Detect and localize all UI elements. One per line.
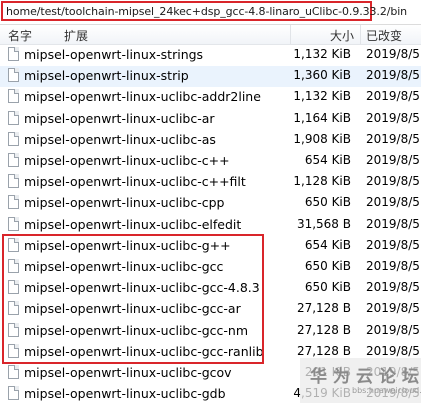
file-size: 1,132 KiB <box>293 47 351 61</box>
column-divider[interactable] <box>290 25 291 44</box>
file-row[interactable]: mipsel-openwrt-linux-uclibc-gcc-ar 27,128… <box>0 299 421 320</box>
file-row[interactable]: mipsel-openwrt-linux-uclibc-ar 1,164 KiB 2… <box>0 109 421 130</box>
file-row[interactable]: mipsel-openwrt-linux-strings 1,132 KiB 201… <box>0 45 421 66</box>
file-row[interactable]: mipsel-openwrt-linux-uclibc-gcc-nm 27,128… <box>0 321 421 342</box>
file-date: 2019/8/5 <box>366 301 420 316</box>
file-icon <box>8 47 19 61</box>
file-date: 2019/8/5 <box>366 280 420 295</box>
file-name[interactable]: mipsel-openwrt-linux-strings <box>24 47 203 62</box>
path-highlight-box: home/test/toolchain-mipsel_24kec+dsp_gcc… <box>1 1 407 21</box>
file-row[interactable]: mipsel-openwrt-linux-uclibc-elfedit 31,56… <box>0 215 421 236</box>
file-row[interactable]: mipsel-openwrt-linux-uclibc-gcc-4.8.3 650… <box>0 278 421 299</box>
file-row[interactable]: mipsel-openwrt-linux-uclibc-as 1,908 KiB 2… <box>0 130 421 151</box>
file-size: 650 KiB <box>304 195 351 210</box>
file-row[interactable]: mipsel-openwrt-linux-uclibc-cpp 650 KiB 20… <box>0 193 421 214</box>
file-name[interactable]: mipsel-openwrt-linux-uclibc-c++filt <box>24 174 246 189</box>
file-name[interactable]: mipsel-openwrt-linux-uclibc-gcc <box>24 259 223 274</box>
file-row[interactable]: mipsel-openwrt-linux-uclibc-c++ 654 KiB 20… <box>0 151 421 172</box>
file-icon <box>8 386 19 401</box>
file-size: 650 KiB <box>304 259 351 273</box>
file-name[interactable]: mipsel-openwrt-linux-uclibc-gcc-ar <box>24 301 241 316</box>
file-date: 2019/8/5 <box>366 216 420 231</box>
column-ext-header[interactable]: 扩展 <box>64 27 88 44</box>
file-row[interactable]: mipsel-openwrt-linux-uclibc-c++filt 1,128… <box>0 172 421 193</box>
file-date: 2019/8/5 <box>366 47 420 61</box>
file-icon <box>8 301 19 316</box>
file-date: 2019/8/5 <box>366 343 420 358</box>
file-row[interactable]: mipsel-openwrt-linux-uclibc-gcc 650 KiB 20… <box>0 257 421 278</box>
file-icon <box>8 68 19 83</box>
file-icon <box>8 365 19 379</box>
file-date: 2019/8/5 <box>366 237 420 252</box>
file-icon <box>8 174 19 189</box>
file-icon <box>8 131 19 146</box>
file-name[interactable]: mipsel-openwrt-linux-strip <box>24 68 189 83</box>
column-modified-header[interactable]: 已改变 <box>366 27 402 44</box>
file-name[interactable]: mipsel-openwrt-linux-uclibc-gcc-nm <box>24 323 248 338</box>
file-date: 2019/8/5 <box>366 153 420 167</box>
file-icon <box>8 195 19 210</box>
watermark: 华为云论坛 bbs.huaweicloud.com <box>300 358 421 403</box>
watermark-url: bbs.huaweicloud.com <box>352 386 421 395</box>
column-divider[interactable] <box>360 25 361 44</box>
file-size: 1,128 KiB <box>293 174 351 189</box>
file-icon <box>8 153 19 167</box>
file-date: 2019/8/5 <box>366 195 420 210</box>
file-date: 2019/8/5 <box>366 89 420 104</box>
file-size: 31,568 B <box>296 216 351 231</box>
file-name[interactable]: mipsel-openwrt-linux-uclibc-cpp <box>24 195 224 210</box>
file-name[interactable]: mipsel-openwrt-linux-uclibc-addr2line <box>24 89 261 104</box>
file-icon <box>8 89 19 104</box>
file-date: 2019/8/5 <box>366 68 420 83</box>
file-icon <box>8 343 19 358</box>
file-row[interactable]: mipsel-openwrt-linux-strip 1,360 KiB 2019/… <box>0 66 421 88</box>
address-bar[interactable]: home/test/toolchain-mipsel_24kec+dsp_gcc… <box>0 0 421 25</box>
file-icon <box>8 259 19 273</box>
file-date: 2019/8/5 <box>366 110 420 125</box>
watermark-text: 华为云论坛 <box>310 367 421 387</box>
file-row[interactable]: mipsel-openwrt-linux-uclibc-g++ 654 KiB 20… <box>0 236 421 257</box>
file-name[interactable]: mipsel-openwrt-linux-uclibc-elfedit <box>24 217 241 232</box>
file-size: 650 KiB <box>304 280 351 295</box>
file-name[interactable]: mipsel-openwrt-linux-uclibc-gcc-4.8.3 <box>24 280 260 295</box>
file-icon <box>8 110 19 125</box>
path-text[interactable]: home/test/toolchain-mipsel_24kec+dsp_gcc… <box>6 5 407 18</box>
file-size: 1,132 KiB <box>293 89 351 104</box>
file-name[interactable]: mipsel-openwrt-linux-uclibc-gdb <box>24 386 226 401</box>
file-icon <box>8 322 19 337</box>
file-size: 1,360 KiB <box>293 68 351 83</box>
column-name-header[interactable]: 名字 <box>8 27 32 44</box>
file-row[interactable]: mipsel-openwrt-linux-uclibc-addr2line 1,1… <box>0 87 421 108</box>
file-date: 2019/8/5 <box>366 322 420 337</box>
file-size: 1,908 KiB <box>293 131 351 146</box>
file-name[interactable]: mipsel-openwrt-linux-uclibc-gcc-ranlib <box>24 344 264 359</box>
file-size: 27,128 B <box>296 322 351 337</box>
file-size: 1,164 KiB <box>293 110 351 125</box>
file-size: 654 KiB <box>304 237 351 252</box>
file-name[interactable]: mipsel-openwrt-linux-uclibc-g++ <box>24 238 231 253</box>
file-size: 27,128 B <box>296 301 351 316</box>
column-header: 名字 扩展 大小 已改变 <box>0 25 421 45</box>
file-date: 2019/8/5 <box>366 174 420 189</box>
file-icon <box>8 237 19 252</box>
file-icon <box>8 280 19 295</box>
file-size: 27,128 B <box>296 343 351 358</box>
file-date: 2019/8/5 <box>366 131 420 146</box>
file-date: 2019/8/5 <box>366 259 420 273</box>
file-icon <box>8 216 19 231</box>
file-name[interactable]: mipsel-openwrt-linux-uclibc-c++ <box>24 153 230 168</box>
file-name[interactable]: mipsel-openwrt-linux-uclibc-gcov <box>24 365 232 380</box>
file-name[interactable]: mipsel-openwrt-linux-uclibc-ar <box>24 111 215 126</box>
file-name[interactable]: mipsel-openwrt-linux-uclibc-as <box>24 132 216 147</box>
file-size: 654 KiB <box>304 153 351 167</box>
column-size-header[interactable]: 大小 <box>330 27 354 44</box>
